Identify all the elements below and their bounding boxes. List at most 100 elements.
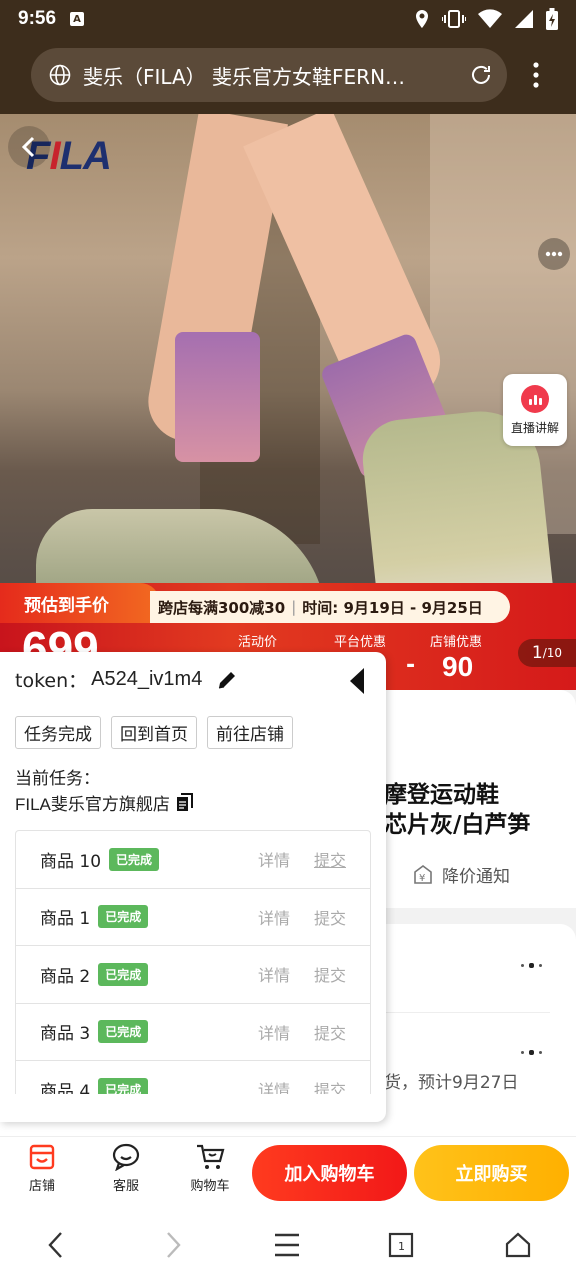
- task-submit-link[interactable]: 提交: [314, 905, 346, 929]
- more-dots-icon[interactable]: [521, 1050, 542, 1055]
- task-complete-button[interactable]: 任务完成: [15, 716, 101, 749]
- promo-separator: |: [291, 598, 297, 616]
- estimated-price-tag: 预估到手价: [0, 583, 160, 623]
- back-button[interactable]: [8, 126, 50, 168]
- delivery-estimate: 货，预计9月27日: [384, 1073, 519, 1093]
- task-name: 商品 1: [40, 909, 91, 930]
- task-row: 商品 3 已完成 详情 提交: [16, 1004, 370, 1061]
- browser-navigation-bar: 1: [0, 1208, 576, 1280]
- current-task-value: FILA斐乐官方旗舰店: [15, 795, 170, 814]
- token-row: token： A524_iv1m4: [15, 666, 238, 693]
- chevron-right-icon: [167, 1232, 181, 1258]
- chevron-left-icon: [48, 1232, 62, 1258]
- task-panel: token： A524_iv1m4 任务完成 回到首页 前往店铺 当前任务： F…: [0, 652, 386, 1122]
- status-time: 9:56: [18, 8, 57, 29]
- product-action-bar: 店铺 客服 购物车 加入购物车 立即购买: [0, 1136, 576, 1208]
- store-button[interactable]: 店铺: [12, 1143, 72, 1194]
- status-bar: 9:56 A: [0, 0, 576, 38]
- current-task: FILA斐乐官方旗舰店: [15, 790, 194, 815]
- signal-icon: [515, 10, 533, 28]
- image-counter: 1/10: [518, 639, 576, 667]
- minus-sign: -: [406, 653, 416, 678]
- cart-icon: [197, 1144, 225, 1169]
- chat-icon: [112, 1143, 140, 1171]
- more-button[interactable]: [538, 238, 570, 270]
- task-list: 商品 10 已完成 详情 提交 商品 1 已完成 详情 提交 商品 2 已完成 …: [15, 830, 371, 1094]
- product-title: 摩登运动鞋 芯片灰/白芦笋: [384, 780, 530, 840]
- reload-icon[interactable]: [469, 63, 493, 87]
- browser-toolbar: 斐乐（FILA） 斐乐官方女鞋FERN…: [0, 38, 576, 114]
- wifi-icon: [478, 9, 502, 28]
- svg-text:1: 1: [398, 1240, 405, 1253]
- nav-home-button[interactable]: [503, 1230, 533, 1260]
- nav-menu-button[interactable]: [272, 1230, 302, 1260]
- product-title-line2: 芯片灰/白芦笋: [384, 812, 531, 838]
- task-row: 商品 10 已完成 详情 提交: [16, 831, 370, 889]
- price-alert-label: 降价通知: [442, 867, 510, 887]
- activity-price-label: 活动价: [238, 635, 278, 650]
- live-label: 直播讲解: [510, 420, 559, 435]
- task-row: 商品 2 已完成 详情 提交: [16, 946, 370, 1004]
- edit-icon[interactable]: [216, 669, 238, 691]
- store-discount-value: 90: [442, 651, 474, 682]
- status-icons: [414, 8, 558, 30]
- battery-icon: [546, 8, 558, 30]
- menu-icon: [275, 1233, 299, 1257]
- tabs-icon: 1: [388, 1232, 414, 1258]
- task-detail-link[interactable]: 详情: [258, 847, 290, 871]
- task-detail-link[interactable]: 详情: [258, 1077, 290, 1094]
- globe-icon: [49, 64, 71, 86]
- task-submit-link[interactable]: 提交: [314, 1020, 346, 1044]
- go-to-store-button[interactable]: 前往店铺: [207, 716, 293, 749]
- promo-main: 跨店每满300减30: [158, 598, 286, 617]
- nav-back-button[interactable]: [41, 1230, 71, 1260]
- status-badge: 已完成: [109, 847, 160, 871]
- task-name: 商品 4: [40, 1081, 91, 1094]
- svg-text:¥: ¥: [419, 873, 425, 884]
- task-name: 商品 3: [40, 1024, 91, 1045]
- task-submit-link[interactable]: 提交: [314, 1077, 346, 1094]
- more-dots-icon[interactable]: [521, 963, 542, 968]
- panel-button-row: 任务完成 回到首页 前往店铺: [15, 716, 293, 749]
- status-badge: 已完成: [98, 905, 149, 929]
- live-icon: [521, 384, 549, 413]
- store-icon: [29, 1144, 55, 1170]
- task-detail-link[interactable]: 详情: [258, 962, 290, 986]
- nav-forward-button[interactable]: [158, 1230, 188, 1260]
- current-task-label: 当前任务：: [15, 769, 100, 789]
- price-alert-button[interactable]: ¥ 降价通知: [412, 862, 510, 887]
- task-submit-link[interactable]: 提交: [314, 962, 346, 986]
- task-detail-link[interactable]: 详情: [258, 905, 290, 929]
- home-icon: [505, 1232, 531, 1258]
- status-badge: 已完成: [98, 1077, 149, 1094]
- task-row: 商品 1 已完成 详情 提交: [16, 889, 370, 946]
- chevron-left-icon: [21, 136, 35, 158]
- copy-icon[interactable]: [176, 792, 194, 813]
- nav-tabs-button[interactable]: 1: [386, 1230, 416, 1260]
- promo-time: 时间: 9月19日 - 9月25日: [302, 598, 483, 617]
- image-counter-current: 1: [531, 643, 543, 663]
- task-detail-link[interactable]: 详情: [258, 1020, 290, 1044]
- notification-a-icon: A: [70, 12, 85, 26]
- task-name: 商品 2: [40, 966, 91, 987]
- url-title[interactable]: 斐乐（FILA） 斐乐官方女鞋FERN…: [83, 61, 469, 90]
- vibrate-icon: [442, 10, 466, 28]
- buy-now-button[interactable]: 立即购买: [414, 1145, 569, 1201]
- status-badge: 已完成: [98, 1020, 149, 1044]
- sock-shape: [175, 332, 260, 462]
- task-submit-link[interactable]: 提交: [314, 847, 346, 871]
- collapse-panel-icon[interactable]: [346, 666, 368, 696]
- store-label: 店铺: [28, 1179, 55, 1194]
- add-to-cart-button[interactable]: 加入购物车: [252, 1145, 407, 1201]
- token-label: token：: [15, 670, 88, 692]
- customer-service-button[interactable]: 客服: [96, 1143, 156, 1194]
- price-drop-icon: ¥: [414, 864, 432, 884]
- more-vert-icon[interactable]: [526, 60, 546, 90]
- task-row: 商品 4 已完成 详情 提交: [16, 1061, 370, 1094]
- back-home-button[interactable]: 回到首页: [111, 716, 197, 749]
- service-label: 客服: [112, 1179, 139, 1194]
- status-badge: 已完成: [98, 962, 149, 986]
- cart-button[interactable]: 购物车: [180, 1143, 240, 1194]
- live-explain-button[interactable]: 直播讲解: [503, 374, 567, 446]
- address-bar[interactable]: 斐乐（FILA） 斐乐官方女鞋FERN…: [31, 48, 507, 102]
